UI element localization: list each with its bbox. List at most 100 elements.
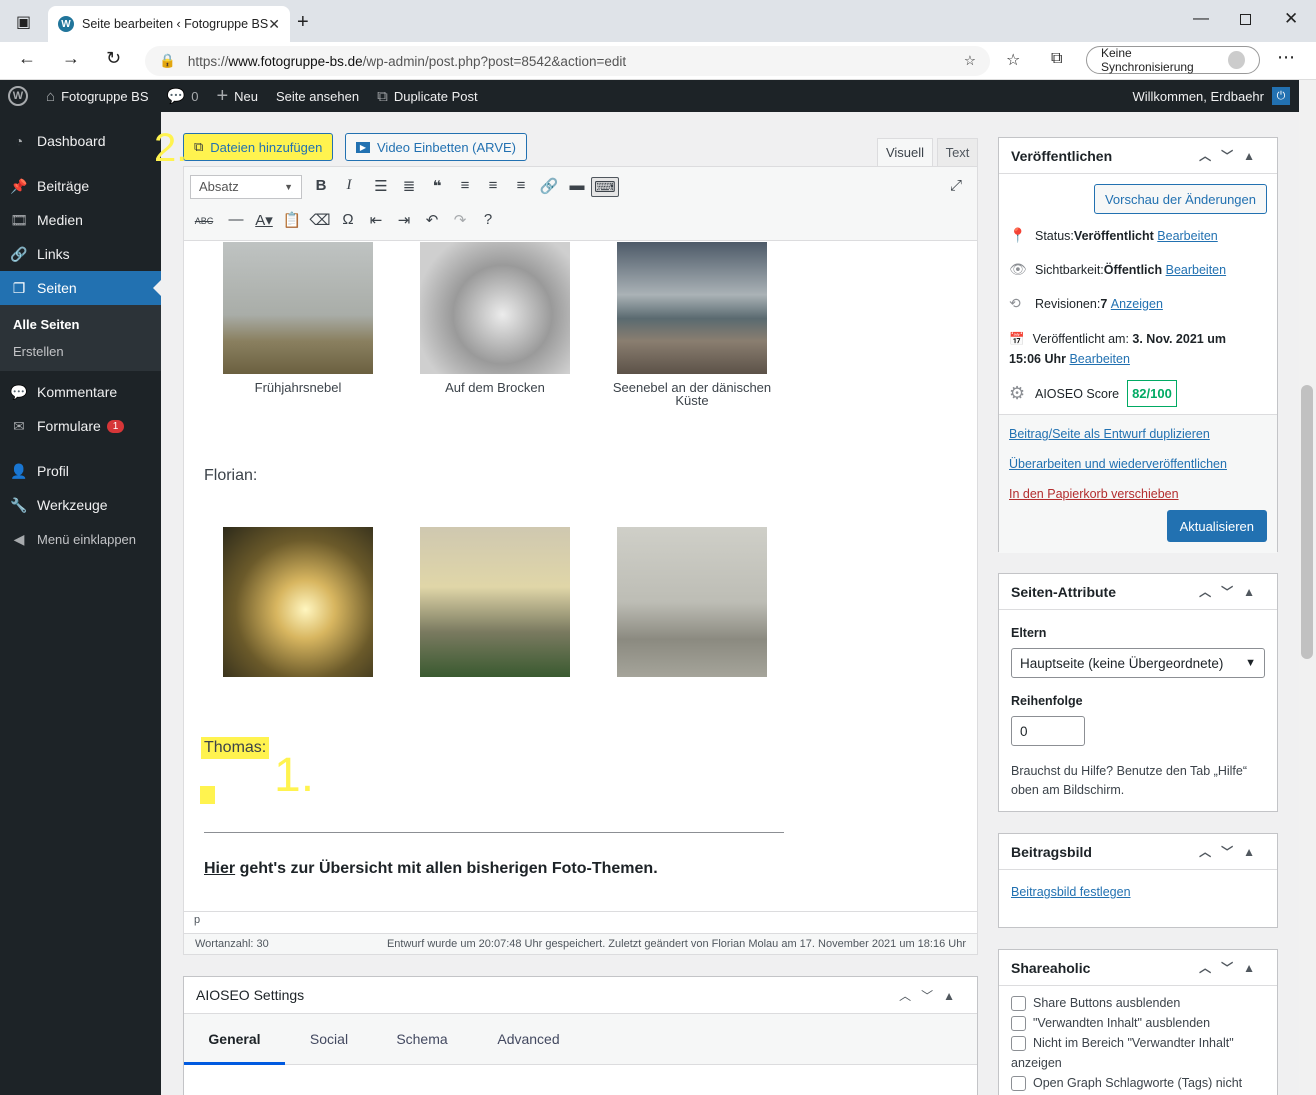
strikethrough-icon[interactable]: ABC [190, 211, 218, 231]
outdent-icon[interactable]: ⇤ [362, 211, 390, 231]
show-revisions-link[interactable]: Anzeigen [1111, 297, 1163, 311]
box-controls-icon[interactable]: ︿﹀▲ [1199, 843, 1265, 860]
bullet-list-icon[interactable]: ☰ [367, 177, 395, 197]
parent-select[interactable]: Hauptseite (keine Übergeordnete) ▼ [1011, 648, 1265, 678]
toolbar-toggle-icon[interactable]: ⌨ [591, 177, 619, 197]
aioseo-tab-advanced[interactable]: Advanced [471, 1031, 586, 1047]
close-window-icon[interactable]: ✕ [1284, 9, 1298, 29]
rewrite-republish-link[interactable]: Überarbeiten und wiederveröffentlichen [1009, 457, 1227, 471]
edit-visibility-link[interactable]: Bearbeiten [1166, 263, 1226, 277]
format-select[interactable]: Absatz ▼ [190, 175, 302, 199]
indent-icon[interactable]: ⇥ [390, 211, 418, 231]
menu-posts[interactable]: 📌 Beiträge [0, 169, 161, 203]
option-og-tags[interactable]: Open Graph Schlagworte (Tags) nicht [1011, 1073, 1265, 1093]
text-color-icon[interactable]: A▾ [250, 211, 278, 231]
edit-date-link[interactable]: Bearbeiten [1069, 352, 1129, 366]
option-hide-share[interactable]: Share Buttons ausblenden [1011, 993, 1265, 1013]
back-icon[interactable]: ← [18, 48, 36, 69]
tab-actions-icon[interactable]: ▣ [16, 12, 31, 32]
trash-link[interactable]: In den Papierkorb verschieben [1009, 487, 1179, 501]
wp-logo-menu[interactable]: W [8, 86, 28, 106]
edit-status-link[interactable]: Bearbeiten [1157, 229, 1217, 243]
special-char-icon[interactable]: Ω [334, 211, 362, 231]
blockquote-icon[interactable]: ❝ [423, 177, 451, 197]
duplicate-post-link[interactable]: ⧉ Duplicate Post [377, 88, 478, 105]
minimize-icon[interactable]: — [1193, 10, 1209, 28]
photo-florian-3[interactable] [617, 527, 767, 677]
account-menu[interactable]: Willkommen, Erdbaehr ⏻ [1133, 87, 1290, 105]
photo-brocken[interactable] [420, 242, 570, 374]
text-cursor-highlight[interactable] [200, 786, 215, 804]
option-exclude-related[interactable]: Nicht im Bereich "Verwandter Inhalt" anz… [1011, 1033, 1265, 1073]
site-name-link[interactable]: ⌂ Fotogruppe BS [46, 88, 149, 105]
forward-icon[interactable]: → [62, 48, 80, 69]
italic-icon[interactable]: I [335, 177, 363, 197]
preview-changes-button[interactable]: Vorschau der Änderungen [1093, 184, 1267, 214]
url-field[interactable]: 🔒 https://www.fotogruppe-bs.de/wp-admin/… [145, 46, 990, 76]
box-controls-icon[interactable]: ︿﹀▲ [1199, 147, 1265, 164]
tab-visual[interactable]: Visuell [877, 138, 933, 166]
menu-media[interactable]: 🎞 Medien [0, 203, 161, 237]
paste-text-icon[interactable]: 📋 [278, 211, 306, 231]
menu-comments[interactable]: 💬 Kommentare [0, 375, 161, 409]
add-media-button[interactable]: ⧉ Dateien hinzufügen [183, 133, 334, 161]
menu-tools[interactable]: 🔧 Werkzeuge [0, 488, 161, 522]
submenu-all-pages[interactable]: Alle Seiten [0, 311, 161, 338]
align-right-icon[interactable]: ≡ [507, 177, 535, 197]
menu-dashboard[interactable]: ◔ Dashboard [0, 124, 161, 158]
insert-link-icon[interactable]: 🔗 [535, 177, 563, 197]
favorite-star-icon[interactable]: ☆ [964, 53, 976, 69]
photo-seenebel[interactable] [617, 242, 767, 374]
close-tab-icon[interactable]: ✕ [268, 16, 280, 33]
browser-tab[interactable]: W Seite bearbeiten ‹ Fotogruppe BS ✕ [48, 6, 290, 42]
new-content-menu[interactable]: + Neu [216, 85, 258, 108]
update-button[interactable]: Aktualisieren [1166, 510, 1267, 542]
embed-video-button[interactable]: ▶ Video Einbetten (ARVE) [345, 133, 527, 161]
clear-formatting-icon[interactable]: ⌫ [306, 211, 334, 231]
fullscreen-icon[interactable]: ⤢ [942, 177, 970, 194]
read-more-icon[interactable]: ▬ [563, 177, 591, 197]
photo-fruehjahrsnebel[interactable] [223, 242, 373, 374]
menu-forms[interactable]: ✉ Formulare 1 [0, 409, 161, 443]
align-left-icon[interactable]: ≡ [451, 177, 479, 197]
menu-pages[interactable]: ❐ Seiten [0, 271, 161, 305]
aioseo-tab-schema[interactable]: Schema [373, 1031, 471, 1047]
comments-link[interactable]: 💬 0 [167, 87, 199, 105]
undo-icon[interactable]: ↶ [418, 211, 446, 231]
maximize-icon[interactable] [1240, 14, 1251, 25]
menu-links[interactable]: 🔗 Links [0, 237, 161, 271]
numbered-list-icon[interactable]: ≣ [395, 177, 423, 197]
submenu-create[interactable]: Erstellen [0, 338, 161, 365]
horizontal-line-icon[interactable]: — [222, 211, 250, 231]
checkbox[interactable] [1011, 1016, 1026, 1032]
box-controls-icon[interactable]: ︿﹀▲ [1199, 583, 1265, 600]
set-featured-image-link[interactable]: Beitragsbild festlegen [999, 870, 1277, 914]
more-menu-icon[interactable]: ⋯ [1277, 47, 1295, 68]
tab-text[interactable]: Text [937, 138, 978, 166]
sync-button[interactable]: Keine Synchronisierung [1086, 46, 1260, 74]
duplicate-draft-link[interactable]: Beitrag/Seite als Entwurf duplizieren [1009, 427, 1210, 441]
view-page-link[interactable]: Seite ansehen [276, 89, 359, 104]
redo-icon[interactable]: ↷ [446, 211, 474, 231]
aioseo-tab-social[interactable]: Social [285, 1031, 373, 1047]
box-controls-icon[interactable]: ︿﹀▲ [899, 987, 965, 1004]
align-center-icon[interactable]: ≡ [479, 177, 507, 197]
scrollbar-thumb[interactable] [1301, 385, 1313, 659]
aioseo-tab-general[interactable]: General [184, 1014, 285, 1065]
order-input[interactable]: 0 [1011, 716, 1085, 746]
checkbox[interactable] [1011, 1036, 1026, 1052]
reload-icon[interactable]: ↻ [106, 48, 121, 69]
favorites-icon[interactable]: ☆ [1006, 50, 1020, 70]
menu-profile[interactable]: 👤 Profil [0, 454, 161, 488]
help-icon[interactable]: ? [474, 211, 502, 231]
bold-icon[interactable]: B [307, 177, 335, 197]
overview-link[interactable]: Hier [204, 860, 235, 877]
photo-florian-1[interactable] [223, 527, 373, 677]
photo-florian-2[interactable] [420, 527, 570, 677]
new-tab-icon[interactable]: + [297, 11, 309, 34]
checkbox[interactable] [1011, 1076, 1026, 1092]
collections-icon[interactable]: ⧉ [1051, 50, 1062, 68]
option-hide-related[interactable]: "Verwandten Inhalt" ausblenden [1011, 1013, 1265, 1033]
menu-collapse[interactable]: ◀ Menü einklappen [0, 522, 161, 556]
aioseo-score-badge[interactable]: 82/100 [1127, 380, 1177, 407]
